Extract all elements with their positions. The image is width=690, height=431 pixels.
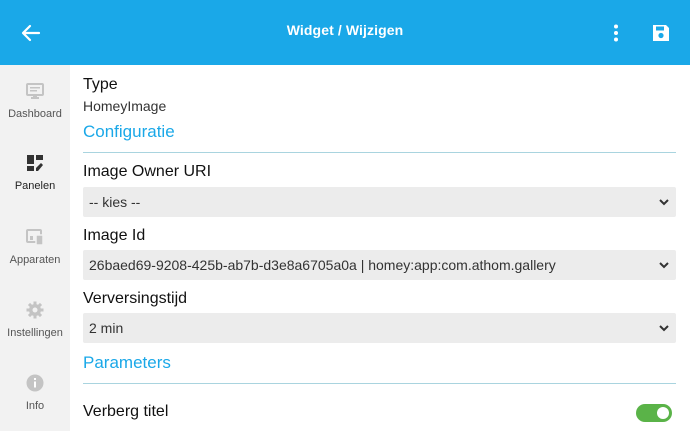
section-divider — [83, 383, 676, 384]
sidebar-item-info[interactable]: Info — [0, 373, 70, 412]
top-app-bar: Widget / Wijzigen — [0, 0, 690, 65]
refresh-time-label: Verversingstijd — [83, 290, 188, 307]
image-id-value: 26baed69-9208-425b-ab7b-d3e8a6705a0a | h… — [89, 257, 556, 273]
sidebar-item-dashboard[interactable]: Dashboard — [0, 81, 70, 120]
monitor-icon — [26, 83, 44, 99]
refresh-time-value: 2 min — [89, 320, 124, 336]
info-icon — [26, 374, 44, 392]
sidebar-item-apparaten[interactable]: Apparaten — [0, 227, 70, 266]
type-value: HomeyImage — [83, 98, 167, 114]
more-vert-icon — [614, 24, 618, 42]
save-icon — [653, 25, 669, 41]
sidebar-item-label: Apparaten — [9, 254, 61, 266]
sidebar-item-label: Dashboard — [8, 108, 62, 120]
devices-icon — [26, 229, 44, 246]
sidebar-item-label: Panelen — [14, 180, 56, 192]
chevron-down-icon — [659, 199, 669, 206]
page-title: Widget / Wijzigen — [286, 22, 404, 38]
save-button[interactable] — [646, 18, 676, 48]
owner-uri-select[interactable]: -- kies -- — [83, 187, 676, 217]
parameters-heading: Parameters — [83, 353, 171, 372]
chevron-down-icon — [659, 325, 669, 332]
gear-icon — [26, 301, 44, 319]
sidebar-item-label: Instellingen — [7, 327, 63, 339]
image-id-label: Image Id — [83, 227, 146, 244]
sidebar-item-panelen[interactable]: Panelen — [0, 153, 70, 192]
hide-title-label: Verberg titel — [83, 403, 169, 420]
configuratie-heading: Configuratie — [83, 122, 175, 141]
section-divider — [83, 152, 676, 153]
sidebar-item-instellingen[interactable]: Instellingen — [0, 300, 70, 339]
widget-edit-form: Type HomeyImage Configuratie Image Owner… — [70, 65, 690, 431]
type-label: Type — [83, 76, 118, 93]
sidebar-nav: Dashboard Panelen Apparaten Instellingen… — [0, 65, 70, 431]
chevron-down-icon — [659, 262, 669, 269]
panels-icon — [27, 155, 43, 171]
toggle-knob — [657, 407, 669, 419]
hide-title-toggle[interactable] — [636, 404, 672, 422]
image-id-select[interactable]: 26baed69-9208-425b-ab7b-d3e8a6705a0a | h… — [83, 250, 676, 280]
refresh-time-select[interactable]: 2 min — [83, 313, 676, 343]
more-options-button[interactable] — [606, 20, 626, 46]
owner-uri-label: Image Owner URI — [83, 163, 212, 180]
sidebar-item-label: Info — [25, 400, 45, 412]
owner-uri-value: -- kies -- — [89, 194, 141, 210]
